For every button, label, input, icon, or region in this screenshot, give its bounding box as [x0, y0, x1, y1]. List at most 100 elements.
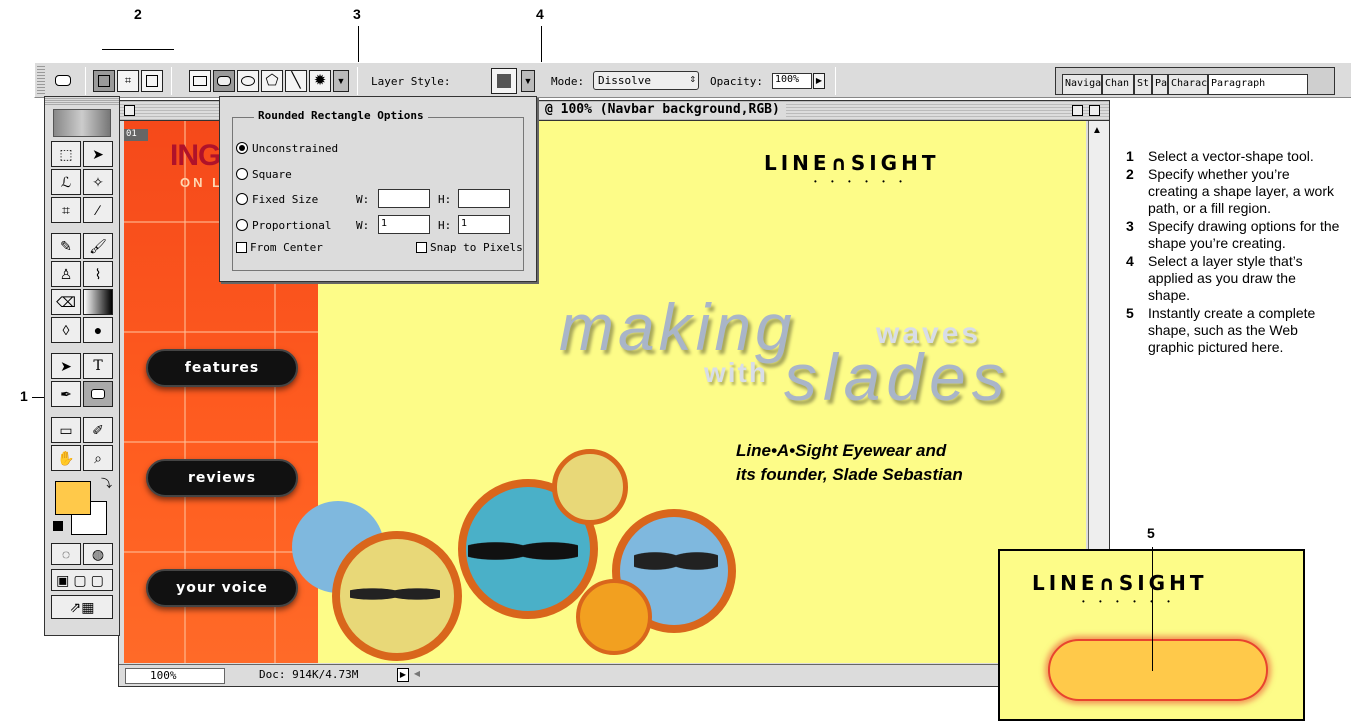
zoom-tool-icon[interactable]: ⌕ — [83, 445, 113, 471]
unconstrained-label: Unconstrained — [252, 142, 339, 155]
tab-character[interactable]: Charac — [1168, 74, 1208, 95]
history-brush-tool-icon[interactable]: ⌇ — [83, 261, 113, 287]
mode-select[interactable]: Dissolve ⇕ — [593, 71, 699, 90]
fixed-height-field[interactable] — [458, 189, 510, 208]
zoom-box-icon[interactable] — [1072, 105, 1083, 116]
adobe-eye-logo[interactable] — [53, 109, 111, 137]
square-radio[interactable] — [236, 168, 248, 180]
callout-2: 2 — [134, 6, 142, 22]
rounded-rectangle-tool-icon[interactable] — [83, 381, 113, 407]
shape-options-dropdown[interactable]: ▼ — [333, 70, 349, 92]
healing-brush-tool-icon[interactable]: ✎ — [51, 233, 81, 259]
path-selection-tool-icon[interactable]: ➤ — [51, 353, 81, 379]
zoom-field[interactable]: 100% — [125, 668, 225, 684]
polygon-tool-button[interactable]: ⬠ — [261, 70, 283, 92]
caption-line-1: Line•A•Sight Eyewear and — [736, 441, 947, 460]
snap-to-pixels-checkbox[interactable] — [416, 242, 427, 253]
options-bar-grip[interactable] — [37, 66, 45, 94]
foreground-color-swatch[interactable] — [55, 481, 91, 515]
layer-style-dropdown[interactable]: ▼ — [521, 70, 535, 92]
crop-tool-icon[interactable]: ⌗ — [51, 197, 81, 223]
swap-colors-icon[interactable]: ⤵ — [101, 475, 112, 491]
layer-style-swatch[interactable] — [491, 68, 517, 94]
standard-mode-icon[interactable]: ◌ — [51, 543, 81, 565]
layer-badge: 01 — [124, 129, 148, 141]
sunglasses-image — [634, 541, 718, 581]
separator — [357, 67, 358, 95]
opacity-field[interactable]: 100% — [772, 73, 812, 89]
tool-preset-icon[interactable] — [53, 70, 75, 92]
nav-button-features[interactable]: features — [146, 349, 298, 387]
status-menu-arrow-icon[interactable]: ▶ — [397, 668, 409, 682]
pen-tool-icon[interactable]: ✒ — [51, 381, 81, 407]
custom-shape-tool-button[interactable]: ✹ — [309, 70, 331, 92]
separator — [835, 67, 836, 95]
fixed-h-label: H: — [438, 193, 452, 206]
type-tool-icon[interactable]: T — [83, 353, 113, 379]
inset-brand-logo: LINE∩SIGHT — [1032, 571, 1208, 595]
shape-layer-mode-button[interactable] — [93, 70, 115, 92]
blur-tool-icon[interactable]: ◊ — [51, 317, 81, 343]
close-box-icon[interactable] — [124, 105, 135, 116]
brand-logo: LINE∩SIGHT — [764, 151, 940, 175]
popup-title: Rounded Rectangle Options — [254, 109, 428, 122]
unconstrained-radio[interactable] — [236, 142, 248, 154]
hand-tool-icon[interactable]: ✋ — [51, 445, 81, 471]
fixed-width-field[interactable] — [378, 189, 430, 208]
nav-button-your-voice[interactable]: your voice — [146, 569, 298, 607]
tab-channels[interactable]: Chan — [1102, 74, 1134, 95]
product-circle-small-orange — [576, 579, 652, 655]
tab-navigator[interactable]: Naviga — [1062, 74, 1102, 95]
fixed-w-label: W: — [356, 193, 370, 206]
scroll-left-arrow-icon[interactable]: ◀ — [411, 668, 423, 682]
gradient-tool-icon[interactable] — [83, 289, 113, 315]
grid-line — [124, 441, 318, 443]
proportional-height-field[interactable]: 1 — [458, 215, 510, 234]
proportional-width-field[interactable]: 1 — [378, 215, 430, 234]
product-circle-small-yellow — [552, 449, 628, 525]
brush-tool-icon[interactable]: 🖌 — [83, 233, 113, 259]
toolbox: ⬚ ➤ ℒ ✧ ⌗ ∕ ✎ 🖌 ♙ ⌇ ⌫ ◊ ● ➤ T ✒ ▭ ✐ ✋ ⌕ … — [44, 96, 120, 636]
screen-mode-icon[interactable]: ▣▢▢ — [51, 569, 113, 591]
scroll-up-arrow-icon[interactable]: ▲ — [1092, 125, 1102, 136]
note-2: 2 Specify whether you’re creating a shape… — [1126, 166, 1341, 217]
nav-button-reviews[interactable]: reviews — [146, 459, 298, 497]
collapse-box-icon[interactable] — [1089, 105, 1100, 116]
tab-paths[interactable]: Pa — [1152, 74, 1168, 95]
headline-slades: slades — [784, 340, 1011, 414]
note-4: 4 Select a layer style that’s applied as … — [1126, 253, 1341, 304]
toolbox-title-bar[interactable] — [45, 97, 119, 105]
line-tool-button[interactable]: ╲ — [285, 70, 307, 92]
clone-stamp-tool-icon[interactable]: ♙ — [51, 261, 81, 287]
rounded-rectangle-tool-button[interactable] — [213, 70, 235, 92]
from-center-checkbox[interactable] — [236, 242, 247, 253]
quick-mask-mode-icon[interactable]: ◍ — [83, 543, 113, 565]
rectangle-tool-button[interactable] — [189, 70, 211, 92]
fill-region-mode-button[interactable] — [141, 70, 163, 92]
tab-paragraph[interactable]: Paragraph — [1208, 74, 1308, 95]
jump-to-imageready-icon[interactable]: ⇗▦ — [51, 595, 113, 619]
magic-wand-tool-icon[interactable]: ✧ — [83, 169, 113, 195]
rounded-rectangle-options-popup: Rounded Rectangle Options Unconstrained … — [219, 96, 537, 282]
opacity-arrow-button[interactable]: ▶ — [813, 73, 825, 89]
notes-tool-icon[interactable]: ▭ — [51, 417, 81, 443]
brand-dots: • • • • • • — [814, 177, 908, 186]
lasso-tool-icon[interactable]: ℒ — [51, 169, 81, 195]
tab-styles[interactable]: St — [1134, 74, 1152, 95]
move-tool-icon[interactable]: ➤ — [83, 141, 113, 167]
note-3: 3 Specify drawing options for the shape y… — [1126, 218, 1341, 252]
rounded-rectangle-shape — [1048, 639, 1268, 701]
ellipse-tool-button[interactable] — [237, 70, 259, 92]
dodge-tool-icon[interactable]: ● — [83, 317, 113, 343]
default-colors-icon[interactable] — [53, 521, 63, 531]
work-path-mode-button[interactable]: ⌗ — [117, 70, 139, 92]
instruction-notes: 1 Select a vector-shape tool. 2 Specify wh… — [1126, 148, 1341, 357]
marquee-tool-icon[interactable]: ⬚ — [51, 141, 81, 167]
separator — [85, 67, 86, 95]
grid-line — [124, 331, 318, 333]
eyedropper-tool-icon[interactable]: ✐ — [83, 417, 113, 443]
eraser-tool-icon[interactable]: ⌫ — [51, 289, 81, 315]
fixed-size-radio[interactable] — [236, 193, 248, 205]
proportional-radio[interactable] — [236, 219, 248, 231]
slice-tool-icon[interactable]: ∕ — [83, 197, 113, 223]
